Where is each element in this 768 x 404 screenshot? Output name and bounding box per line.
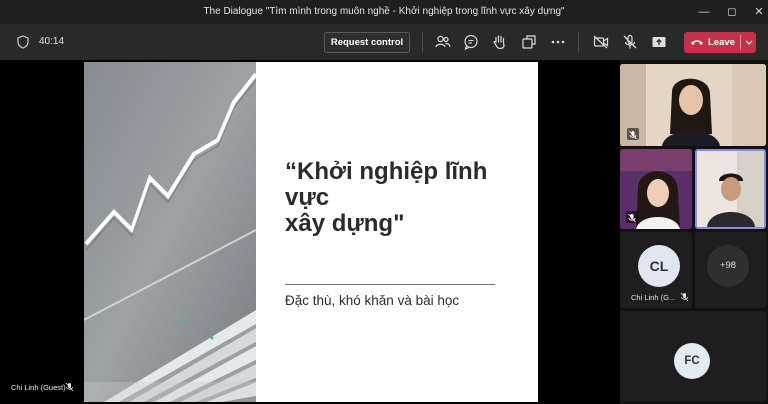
participant-card[interactable]: FC (620, 311, 766, 401)
close-icon[interactable]: ✕ (745, 2, 768, 22)
slide-title-line: xây dựng" (285, 210, 405, 237)
leave-button[interactable]: Leave (684, 32, 756, 53)
share-tray-icon[interactable] (520, 33, 538, 51)
stairs-chart-image (84, 62, 256, 402)
mic-off-icon (680, 292, 689, 302)
minimize-icon[interactable]: — (690, 2, 718, 22)
participant-video-tile[interactable] (620, 149, 692, 229)
share-icon[interactable] (650, 33, 668, 51)
participant-video (697, 151, 764, 227)
slide-subtitle: Đặc thù, khó khăn và bài học (285, 293, 460, 308)
leave-label: Leave (708, 37, 735, 48)
slide-title-line: “Khởi nghiệp lĩnh (285, 158, 488, 185)
participant-video-tile[interactable] (695, 149, 766, 229)
meeting-toolbar: 40:14 Request control Leave (0, 24, 768, 60)
participant-video-tile[interactable] (620, 64, 766, 146)
meeting-timer: 40:14 (39, 36, 65, 47)
slide-title-line: vực (285, 184, 330, 211)
avatar: CL (638, 245, 680, 287)
participant-overflow-card[interactable]: +98 (695, 232, 766, 308)
people-icon[interactable] (434, 33, 452, 51)
hang-up-icon (691, 40, 703, 45)
participant-card[interactable]: CL Chi Linh (G... (620, 232, 692, 308)
request-control-button[interactable]: Request control (324, 32, 410, 53)
toolbar-divider (578, 32, 579, 52)
title-bar: The Dialogue "Tìm mình trong muôn nghề -… (0, 0, 768, 24)
raise-hand-icon[interactable] (491, 33, 509, 51)
presentation-slide: “Khởi nghiệp lĩnh vực xây dựng" Đặc thù,… (84, 62, 538, 402)
toolbar-divider (422, 32, 423, 52)
participants-panel: CL Chi Linh (G... +98 FC (620, 60, 768, 404)
mic-off-icon[interactable] (621, 33, 639, 51)
shield-icon (17, 35, 29, 49)
presenter-name: Chi Linh (Guest) (11, 383, 66, 392)
chevron-down-icon[interactable] (744, 36, 754, 48)
shared-screen: “Khởi nghiệp lĩnh vực xây dựng" Đặc thù,… (0, 60, 620, 404)
slide-title: “Khởi nghiệp lĩnh vực xây dựng" (285, 159, 525, 237)
leave-divider (740, 35, 741, 50)
maximize-icon[interactable]: ◻ (718, 2, 746, 22)
mic-off-icon (65, 382, 74, 392)
slide-divider (285, 284, 495, 285)
avatar: FC (674, 343, 710, 379)
more-icon[interactable] (549, 33, 567, 51)
overflow-count: +98 (707, 245, 749, 287)
mic-off-icon (627, 128, 639, 140)
participant-video (620, 64, 766, 146)
chat-icon[interactable] (462, 33, 480, 51)
camera-off-icon[interactable] (592, 33, 610, 51)
participant-name: Chi Linh (G... (631, 293, 676, 302)
window-title: The Dialogue "Tìm mình trong muôn nghề -… (203, 6, 565, 17)
mic-off-icon (626, 211, 638, 223)
